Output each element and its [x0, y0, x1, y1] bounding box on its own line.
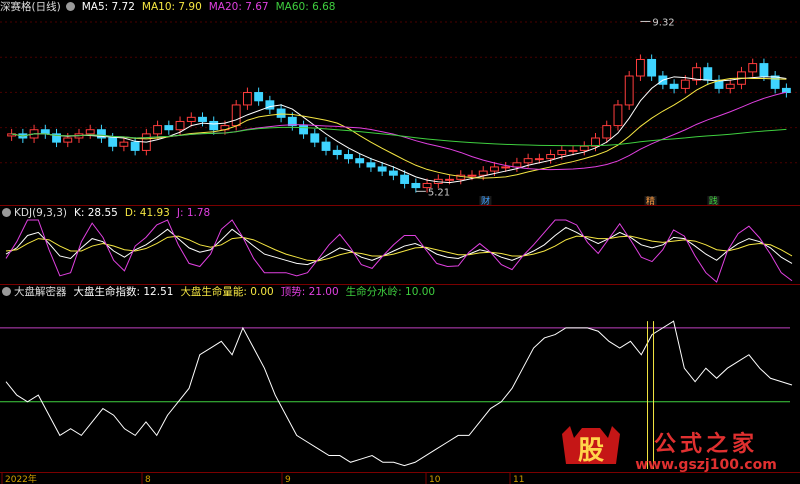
candle	[781, 87, 791, 94]
high-label: 9.32	[652, 17, 674, 28]
candle	[725, 83, 735, 89]
candle	[85, 129, 95, 135]
candle	[635, 58, 645, 77]
candle	[119, 141, 129, 147]
indicator-legend-3: 生命分水岭: 10.00	[345, 286, 436, 298]
watermark-url: www.gszj100.com	[635, 457, 777, 473]
candle	[478, 170, 488, 176]
candle	[703, 67, 713, 81]
candle	[400, 174, 410, 184]
candle	[186, 116, 196, 122]
candle	[209, 120, 219, 131]
price-legend: 深赛格(日线) MA5: 7.72 MA10: 7.90 MA20: 7.67 MA60…	[0, 0, 341, 14]
candle	[445, 178, 454, 181]
candle	[680, 79, 690, 89]
candle	[242, 92, 252, 106]
x-tick-label: 10	[429, 475, 441, 484]
candle	[310, 133, 320, 143]
candle	[332, 149, 342, 156]
kdj-legend: KDJ(9,3,3) K: 28.55 D: 41.93 J: 1.78	[0, 206, 216, 220]
indicator-legend-1: 大盘生命量能: 0.00	[180, 286, 274, 298]
settings-icon[interactable]	[65, 2, 75, 11]
candle	[613, 104, 623, 127]
candle	[748, 63, 758, 73]
candle	[602, 125, 612, 139]
kdj-legend-1: D: 41.93	[124, 207, 170, 219]
indicator-legend-0: 大盘生命指数: 12.51	[73, 286, 174, 298]
candle	[647, 58, 657, 77]
kdj-panel: KDJ(9,3,3) K: 28.55 D: 41.93 J: 1.78	[0, 206, 800, 284]
ma-legend-1: MA10: 7.90	[141, 1, 202, 13]
candle	[276, 108, 286, 118]
candle	[355, 158, 365, 164]
candle	[512, 162, 522, 168]
candle	[63, 137, 73, 143]
indicator-legend-2: 顶势: 21.00	[280, 286, 339, 298]
candle	[770, 75, 780, 89]
ma-legend-3: MA60: 6.68	[275, 1, 336, 13]
x-tick-label: 9	[285, 475, 291, 484]
candle	[377, 166, 387, 172]
x-tick-label: 2022年	[5, 473, 37, 484]
candle	[557, 149, 567, 156]
candle	[108, 137, 118, 147]
kdj-name: KDJ(9,3,3)	[14, 207, 67, 219]
low-label: 5.21	[428, 187, 450, 198]
kdj-k-line	[5, 226, 793, 266]
ma20-line	[11, 91, 787, 171]
indicator-legend: 大盘解密器 大盘生命指数: 12.51 大盘生命量能: 0.00 顶势: 21.00 生…	[0, 285, 441, 299]
candle	[130, 141, 140, 151]
candle	[692, 67, 701, 81]
candle	[254, 92, 264, 102]
candle	[467, 174, 477, 177]
candle	[523, 158, 533, 164]
watermark-name: 公式之家	[654, 431, 758, 457]
candle	[231, 104, 241, 127]
candle	[164, 125, 174, 131]
candle	[490, 166, 499, 172]
event-label: 精	[646, 195, 655, 205]
candle	[669, 83, 679, 89]
candle	[579, 145, 589, 151]
candle	[534, 158, 544, 161]
candle	[568, 149, 578, 152]
x-tick-label: 8	[145, 475, 151, 484]
ma-legend-2: MA20: 7.67	[208, 1, 269, 13]
candle	[624, 75, 634, 106]
candle	[153, 125, 163, 135]
x-tick-label: 11	[513, 475, 524, 484]
indicator-name: 大盘解密器	[14, 286, 67, 298]
candle	[759, 63, 769, 77]
candle	[388, 170, 398, 176]
stock-title: 深赛格(日线)	[0, 1, 61, 13]
settings-icon[interactable]	[2, 287, 11, 296]
kdj-j-line	[5, 219, 793, 283]
candle	[546, 154, 556, 160]
event-label: 财	[481, 195, 490, 205]
candle	[344, 154, 353, 160]
candle	[299, 125, 308, 135]
watermark-badge: 股	[578, 436, 604, 466]
candle	[321, 141, 331, 151]
candle	[175, 120, 185, 131]
candle	[40, 129, 50, 135]
candle	[411, 182, 421, 189]
kdj-legend-0: K: 28.55	[73, 207, 118, 219]
settings-icon[interactable]	[2, 208, 11, 217]
candle	[501, 166, 511, 169]
event-label: 践	[709, 195, 718, 205]
price-panel: 9.32 5.21 财 精 践 深赛格(日线) MA5: 7.72 MA10: 7.90 MA…	[0, 0, 800, 205]
candle	[198, 116, 207, 122]
watermark-logo: 股 公式之家 www.gszj100.com	[562, 426, 777, 473]
ma-legend-0: MA5: 7.72	[81, 1, 135, 13]
kdj-legend-2: J: 1.78	[176, 207, 211, 219]
price-chart: 9.32 5.21 财 精 践	[0, 17, 800, 205]
candle	[366, 162, 376, 168]
